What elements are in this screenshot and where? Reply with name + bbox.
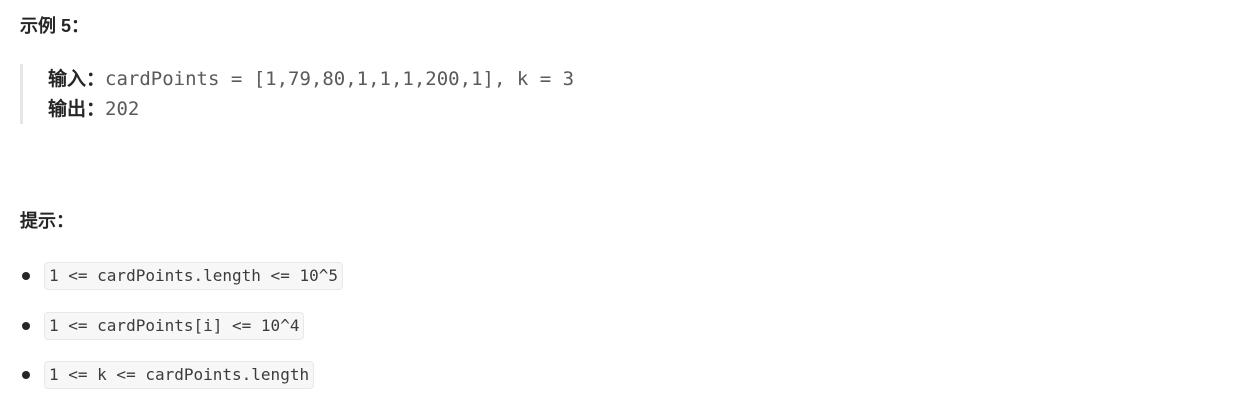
example-title: 示例 5： <box>20 16 90 36</box>
bullet-icon <box>22 371 30 379</box>
bullet-icon <box>22 272 30 280</box>
hints-title: 提示： <box>20 211 74 231</box>
input-label: 输入： <box>48 69 106 90</box>
output-label: 输出： <box>48 99 106 120</box>
example-block: 输入：cardPoints = [1,79,80,1,1,1,200,1], k… <box>20 64 720 124</box>
input-value: cardPoints = [1,79,80,1,1,1,200,1], k = … <box>105 68 575 90</box>
constraint-code: 1 <= k <= cardPoints.length <box>44 361 315 389</box>
constraint-code: 1 <= cardPoints[i] <= 10^4 <box>44 312 305 340</box>
constraint-code: 1 <= cardPoints.length <= 10^5 <box>44 262 343 290</box>
output-value: 202 <box>105 98 140 120</box>
example-output-line: 输出：202 <box>48 96 139 122</box>
bullet-icon <box>22 322 30 330</box>
example-input-line: 输入：cardPoints = [1,79,80,1,1,1,200,1], k… <box>48 66 574 92</box>
